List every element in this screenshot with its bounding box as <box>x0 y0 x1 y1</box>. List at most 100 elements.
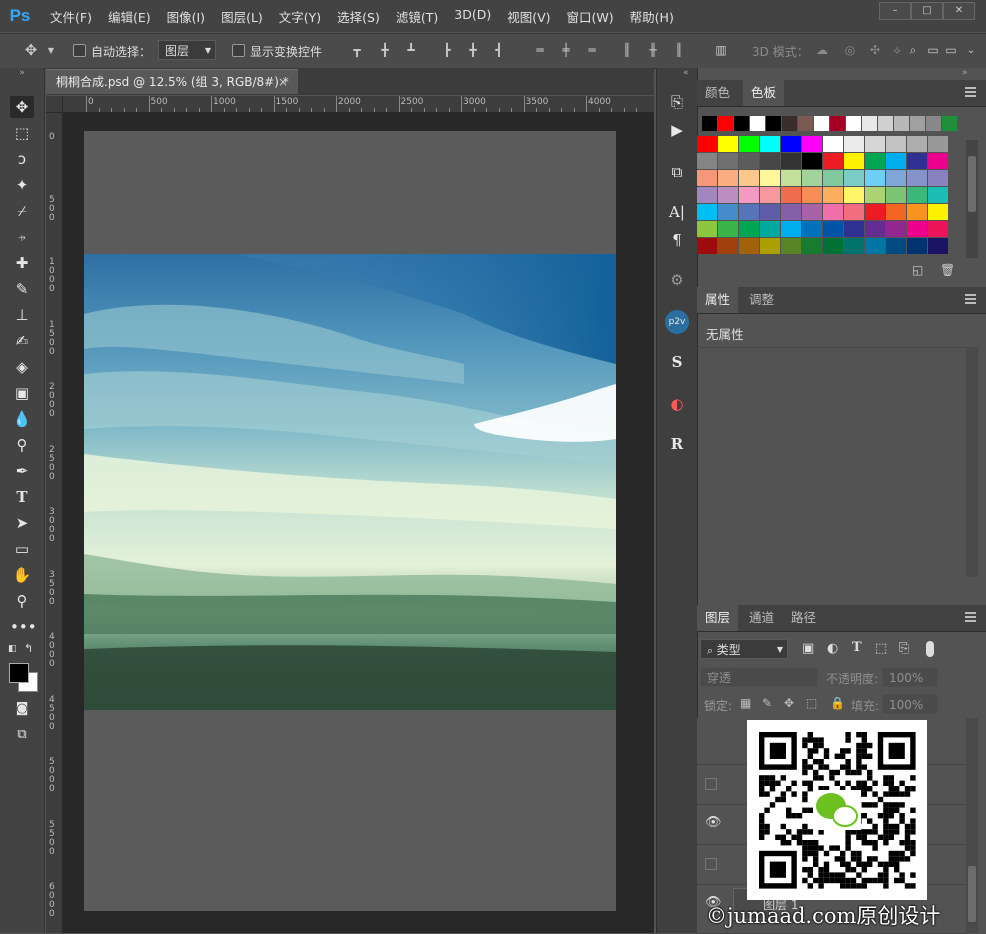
panel-menu-icon[interactable] <box>965 87 976 97</box>
history-panel-icon[interactable]: ⎘ <box>665 90 689 114</box>
actions-play-icon[interactable]: ▶ <box>665 118 689 142</box>
color-swatch[interactable] <box>928 187 948 203</box>
tab-channels[interactable]: 通道 <box>741 605 782 631</box>
visibility-off-box[interactable] <box>705 778 717 790</box>
s-plugin-icon[interactable]: S <box>665 350 689 374</box>
zoom-tool-icon[interactable]: ⚲ <box>10 590 34 612</box>
color-swatch[interactable] <box>802 136 822 152</box>
move-tool-preset-icon[interactable]: ✥ <box>24 43 38 58</box>
color-swatch[interactable] <box>886 221 906 237</box>
color-swatch[interactable] <box>928 221 948 237</box>
distribute-vcenter-icon[interactable]: ╪ <box>559 43 573 57</box>
color-swatch[interactable] <box>844 204 864 220</box>
menu-filter[interactable]: 滤镜(T) <box>388 7 446 26</box>
layers-scrollbar[interactable] <box>966 718 978 933</box>
ruler-origin[interactable] <box>46 96 63 113</box>
tab-layers[interactable]: 图层 <box>697 605 739 631</box>
color-swatch[interactable] <box>802 204 822 220</box>
recent-swatch[interactable] <box>718 116 733 131</box>
color-swatch[interactable] <box>781 204 801 220</box>
color-swatch[interactable] <box>823 221 843 237</box>
plugin-gear-icon[interactable]: ⚙ <box>665 268 689 292</box>
collapse-icon[interactable]: « <box>683 68 689 78</box>
scrollbar-thumb[interactable] <box>968 866 976 922</box>
color-swatch[interactable] <box>865 153 885 169</box>
swatches-scrollbar[interactable] <box>966 140 978 258</box>
panel-menu-icon[interactable] <box>965 612 976 622</box>
color-swatch[interactable] <box>928 153 948 169</box>
color-swatch[interactable] <box>802 221 822 237</box>
clone-source-icon[interactable]: ⧉ <box>665 160 689 184</box>
recent-swatch[interactable] <box>942 116 957 131</box>
color-swatch[interactable] <box>928 136 948 152</box>
color-swatch[interactable] <box>865 204 885 220</box>
gradient-tool-icon[interactable]: ▣ <box>10 382 34 404</box>
recent-swatch[interactable] <box>878 116 893 131</box>
lock-artboard-icon[interactable]: ⬚ <box>806 696 817 710</box>
color-swatch[interactable] <box>760 136 780 152</box>
close-tab-icon[interactable]: × <box>278 70 288 94</box>
color-swatch[interactable] <box>865 136 885 152</box>
menu-view[interactable]: 视图(V) <box>499 7 558 26</box>
auto-align-icon[interactable]: ▥ <box>714 43 728 57</box>
panel-menu-icon[interactable] <box>965 294 976 304</box>
color-swatch[interactable] <box>907 170 927 186</box>
lock-pixels-icon[interactable]: ✎ <box>762 696 772 710</box>
eraser-tool-icon[interactable]: ◈ <box>10 356 34 378</box>
tab-color[interactable]: 颜色 <box>697 80 738 106</box>
color-swatch[interactable] <box>886 153 906 169</box>
chevron-down-icon[interactable]: ⌄ <box>964 44 978 58</box>
color-swatch[interactable] <box>697 221 717 237</box>
lock-transparent-icon[interactable]: ▦ <box>740 696 751 710</box>
color-swatch[interactable] <box>697 238 717 254</box>
color-swatch[interactable] <box>739 238 759 254</box>
search-icon[interactable]: ⌕ <box>906 43 920 57</box>
color-swatch[interactable] <box>823 238 843 254</box>
align-top-icon[interactable]: ┳ <box>350 43 364 57</box>
color-swatch[interactable] <box>781 187 801 203</box>
color-swatch[interactable] <box>802 170 822 186</box>
new-swatch-icon[interactable]: ◱ <box>912 263 923 277</box>
auto-select-checkbox[interactable] <box>73 44 86 57</box>
color-swatch[interactable] <box>697 204 717 220</box>
3d-orbit-icon[interactable]: ☁ <box>815 43 829 57</box>
recent-swatch[interactable] <box>734 116 749 131</box>
recent-swatch[interactable] <box>750 116 765 131</box>
recent-swatch[interactable] <box>798 116 813 131</box>
menu-layer[interactable]: 图层(L) <box>213 7 271 26</box>
eye-icon[interactable]: 👁 <box>705 815 722 830</box>
color-swatch[interactable] <box>907 204 927 220</box>
color-swatch[interactable] <box>697 153 717 169</box>
fill-input[interactable]: 100% <box>882 694 938 714</box>
recent-swatch[interactable] <box>894 116 909 131</box>
distribute-top-icon[interactable]: ═ <box>533 43 547 57</box>
color-swatch[interactable] <box>760 170 780 186</box>
color-swatch[interactable] <box>844 153 864 169</box>
lasso-tool-icon[interactable]: ↄ <box>10 148 34 170</box>
3d-roll-icon[interactable]: ◎ <box>843 43 857 57</box>
filter-pixel-icon[interactable]: ▣ <box>802 641 814 656</box>
color-swatch[interactable] <box>865 170 885 186</box>
menu-file[interactable]: 文件(F) <box>42 7 100 26</box>
align-vcenter-icon[interactable]: ╋ <box>378 43 392 57</box>
recent-swatch[interactable] <box>766 116 781 131</box>
color-swatch[interactable] <box>760 187 780 203</box>
lock-all-icon[interactable]: 🔒 <box>830 696 845 710</box>
align-left-icon[interactable]: ┣ <box>440 43 454 57</box>
character-panel-icon[interactable]: A| <box>665 200 689 224</box>
tab-paths[interactable]: 路径 <box>783 605 824 631</box>
recent-swatch[interactable] <box>830 116 845 131</box>
filter-type-icon[interactable]: T <box>852 640 862 655</box>
3d-pan-icon[interactable]: ✣ <box>868 43 882 57</box>
move-tool-icon[interactable]: ✥ <box>10 96 34 118</box>
workspace-icon[interactable]: ▭ <box>926 43 940 57</box>
marquee-tool-icon[interactable]: ⬚ <box>10 122 34 144</box>
chevron-down-icon[interactable]: ▼ <box>44 44 58 58</box>
color-swatch[interactable] <box>739 204 759 220</box>
color-swatch[interactable] <box>907 238 927 254</box>
filter-shape-icon[interactable]: ⬚ <box>875 641 887 656</box>
default-colors-icon[interactable]: ◧ <box>8 644 18 654</box>
recent-swatch[interactable] <box>782 116 797 131</box>
align-right-icon[interactable]: ┫ <box>492 43 506 57</box>
pen-tool-icon[interactable]: ✒ <box>10 460 34 482</box>
